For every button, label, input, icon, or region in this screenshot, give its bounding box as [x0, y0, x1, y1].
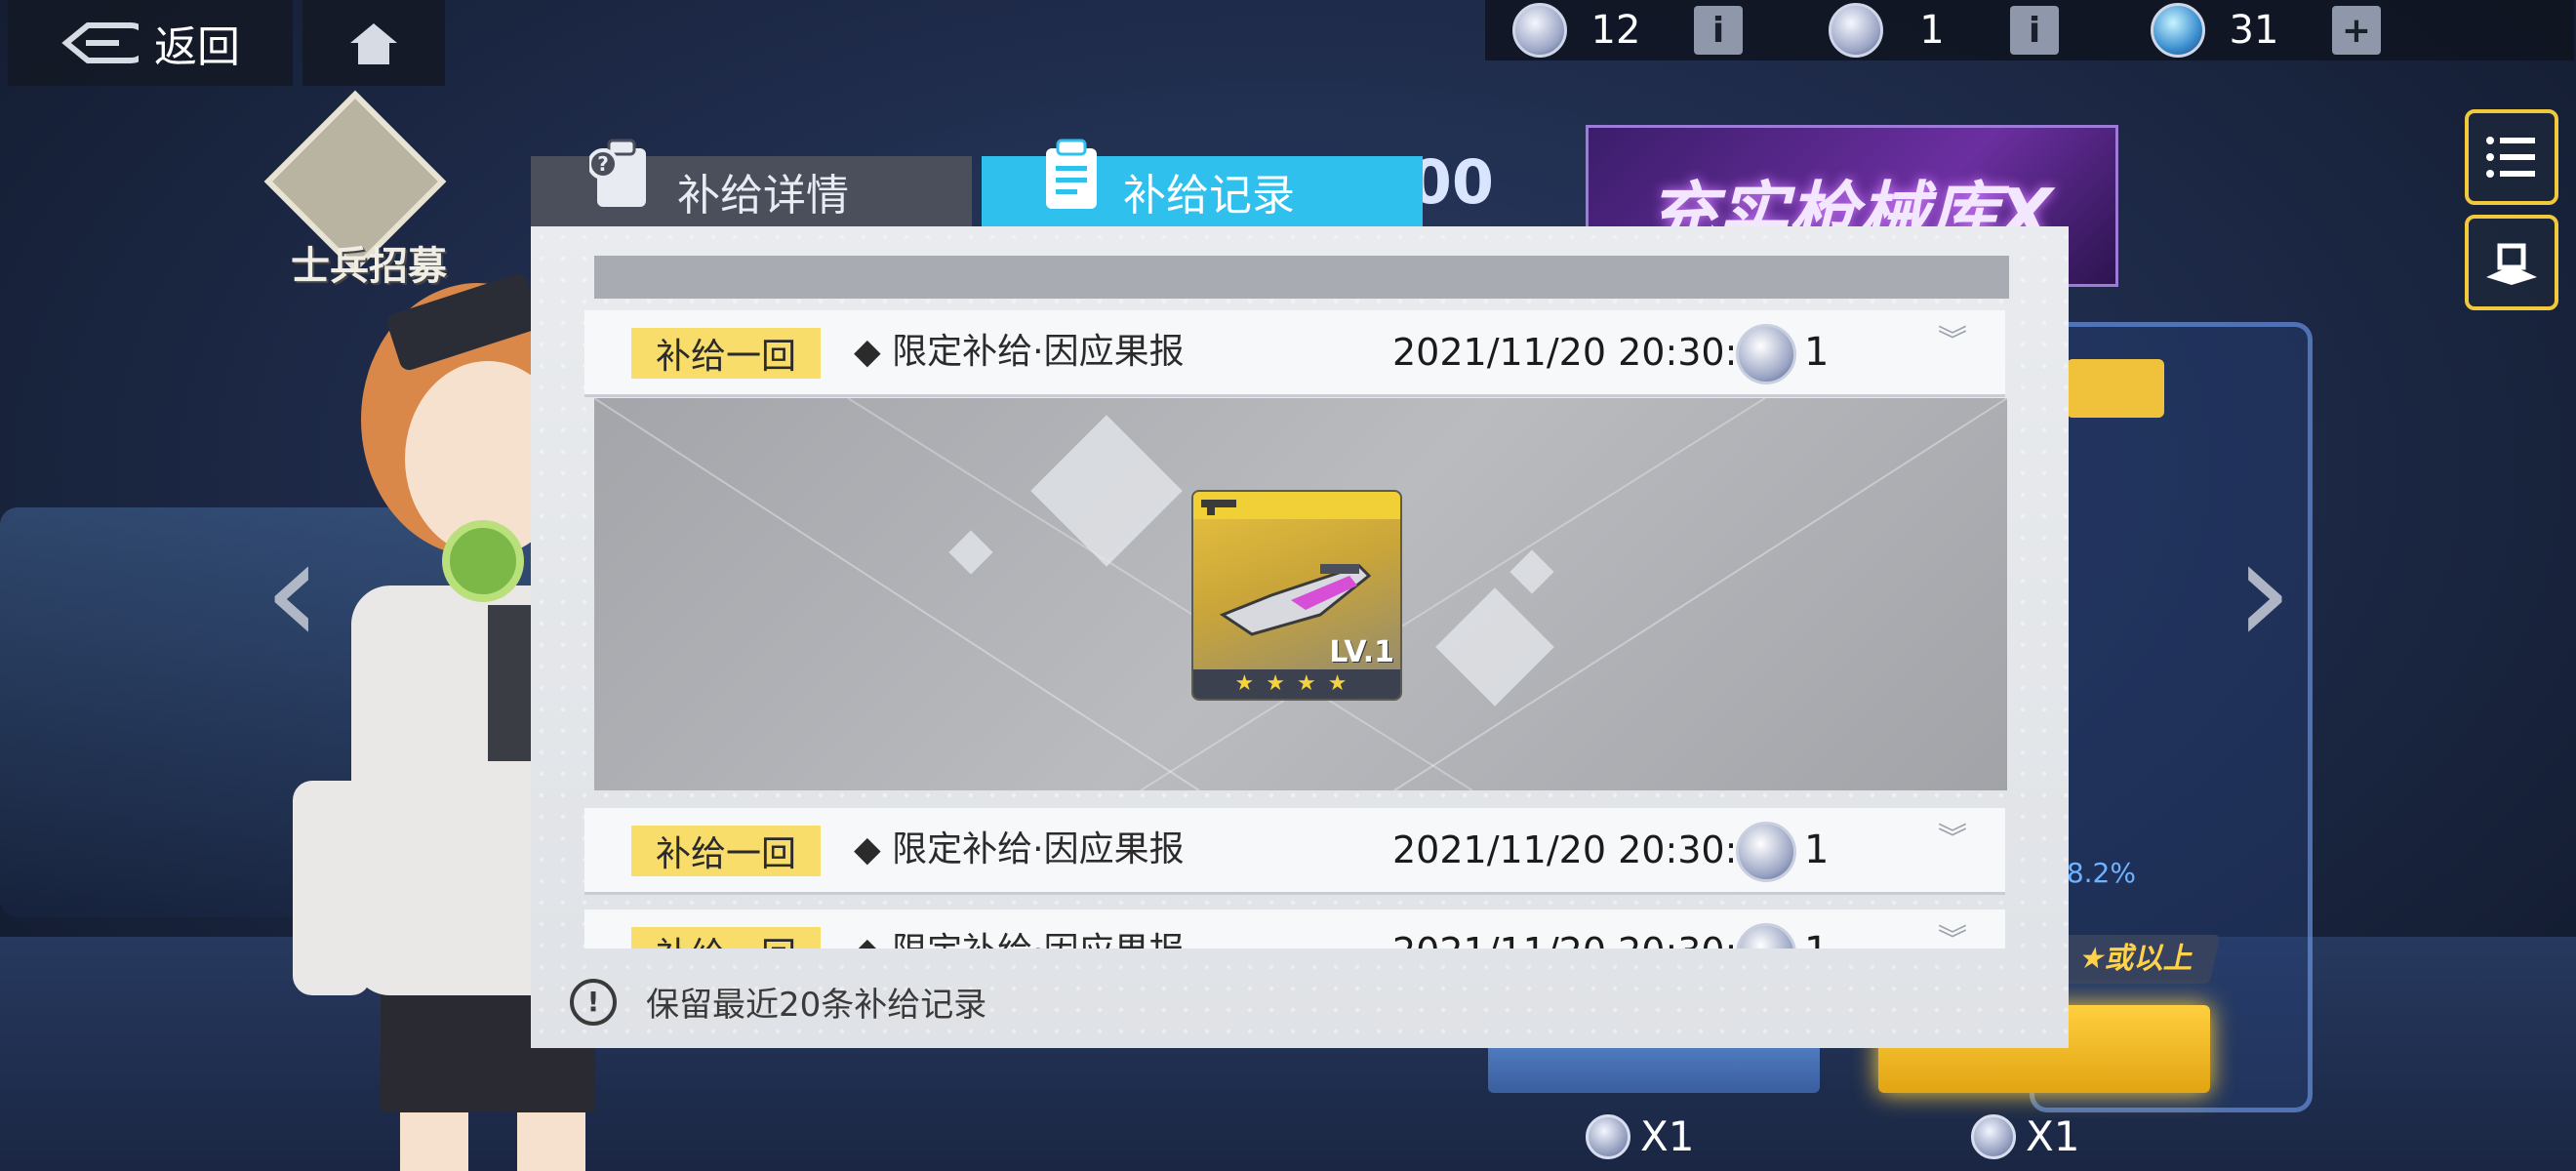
- gray-coin-icon: [1586, 1113, 1630, 1159]
- record-type-tag: 补给一回: [631, 927, 821, 949]
- silver-coin-icon: [1736, 822, 1796, 882]
- exclamation-icon: !: [570, 978, 617, 1026]
- record-pool-name: ◆ 限定补给·因应果报: [854, 909, 1185, 949]
- gray-coin-icon: [1829, 3, 1883, 58]
- armory-button[interactable]: [2465, 215, 2558, 310]
- tab-supply-details[interactable]: ? 补给详情: [531, 139, 972, 226]
- menu-list-button[interactable]: [2465, 109, 2558, 205]
- silver-coin-icon: [1512, 3, 1567, 58]
- expand-chevron-icon[interactable]: ︾: [1931, 327, 1974, 371]
- back-arrow-icon: [61, 22, 139, 63]
- record-row[interactable]: 补给一回 ◆ 限定补给·因应果报 2021/11/20 20:30:41 1 ︾: [584, 808, 2005, 895]
- background-badge: ★或以上: [2053, 935, 2221, 984]
- resource-crystal: 31 +: [2151, 0, 2381, 61]
- resource-silver: 12 i: [1512, 0, 1743, 61]
- add-button[interactable]: +: [2332, 6, 2381, 55]
- gun-type-icon: [1201, 500, 1236, 515]
- record-cost: 1: [1804, 828, 1830, 872]
- back-label: 返回: [154, 22, 240, 72]
- record-type-tag: 补给一回: [631, 826, 821, 876]
- back-button[interactable]: 返回: [8, 0, 293, 86]
- blue-crystal-icon: [2151, 3, 2205, 58]
- record-time: 2021/11/20 20:30:39: [1392, 909, 1785, 949]
- weapon-type-bar: [1193, 492, 1400, 519]
- resource-bar: 12 i 1 i 31 +: [1485, 0, 2574, 61]
- previous-record-edge: [594, 256, 2009, 299]
- expand-chevron-icon[interactable]: ︾: [1931, 926, 1974, 949]
- resource-gray: 1 i: [1829, 0, 2059, 61]
- background-pool-panel: [2030, 322, 2313, 1112]
- record-cost: 1: [1804, 330, 1830, 375]
- background-cost-right: X1: [1971, 1112, 2080, 1160]
- info-button[interactable]: i: [2010, 6, 2059, 55]
- clipboard-icon: [1046, 139, 1097, 209]
- record-cost: 1: [1804, 909, 1829, 949]
- background-weapon-tag: [2067, 359, 2164, 418]
- svg-text:?: ?: [597, 152, 609, 176]
- record-time: 2021/11/20 20:30:41: [1392, 828, 1785, 871]
- home-icon: [350, 23, 397, 64]
- record-row[interactable]: 补给一回 ◆ 限定补给·因应果报 2021/11/20 20:30:39 1 ︾: [584, 909, 2005, 949]
- info-button[interactable]: i: [1694, 6, 1743, 55]
- record-list[interactable]: 补给一回 ◆ 限定补给·因应果报 2021/11/20 20:30:43 1 ︾: [584, 256, 2009, 949]
- reward-weapon-card[interactable]: LV.1 ★★★★: [1191, 490, 1402, 701]
- retention-note: ! 保留最近20条补给记录: [570, 978, 986, 1026]
- weapon-level: LV.1: [1329, 635, 1394, 669]
- weapon-stars: ★★★★: [1193, 669, 1400, 699]
- armory-icon: [2486, 243, 2537, 285]
- record-pool-name: ◆ 限定补给·因应果报: [854, 829, 1185, 869]
- record-detail: LV.1 ★★★★: [594, 398, 2007, 790]
- record-pool-name: ◆ 限定补给·因应果报: [854, 332, 1185, 372]
- tab-supply-records[interactable]: 补给记录: [982, 139, 1423, 226]
- weapon-icon: [1219, 564, 1372, 636]
- expand-chevron-icon[interactable]: ︾: [1931, 825, 1974, 868]
- previous-arrow-icon[interactable]: ‹: [263, 507, 322, 677]
- record-row[interactable]: 补给一回 ◆ 限定补给·因应果报 2021/11/20 20:30:43 1 ︾: [584, 310, 2005, 397]
- record-time: 2021/11/20 20:30:43: [1392, 331, 1785, 374]
- record-type-tag: 补给一回: [631, 328, 821, 379]
- blue-crystal-icon: [1971, 1113, 2016, 1159]
- background-cost-left: X1: [1586, 1112, 1695, 1160]
- question-clipboard-icon: ?: [589, 139, 646, 207]
- next-arrow-icon[interactable]: ›: [2234, 507, 2293, 677]
- home-button[interactable]: [302, 0, 445, 86]
- supply-record-panel: 补给一回 ◆ 限定补给·因应果报 2021/11/20 20:30:43 1 ︾: [531, 226, 2069, 1048]
- silver-coin-icon: [1736, 324, 1796, 384]
- list-icon: [2486, 137, 2535, 178]
